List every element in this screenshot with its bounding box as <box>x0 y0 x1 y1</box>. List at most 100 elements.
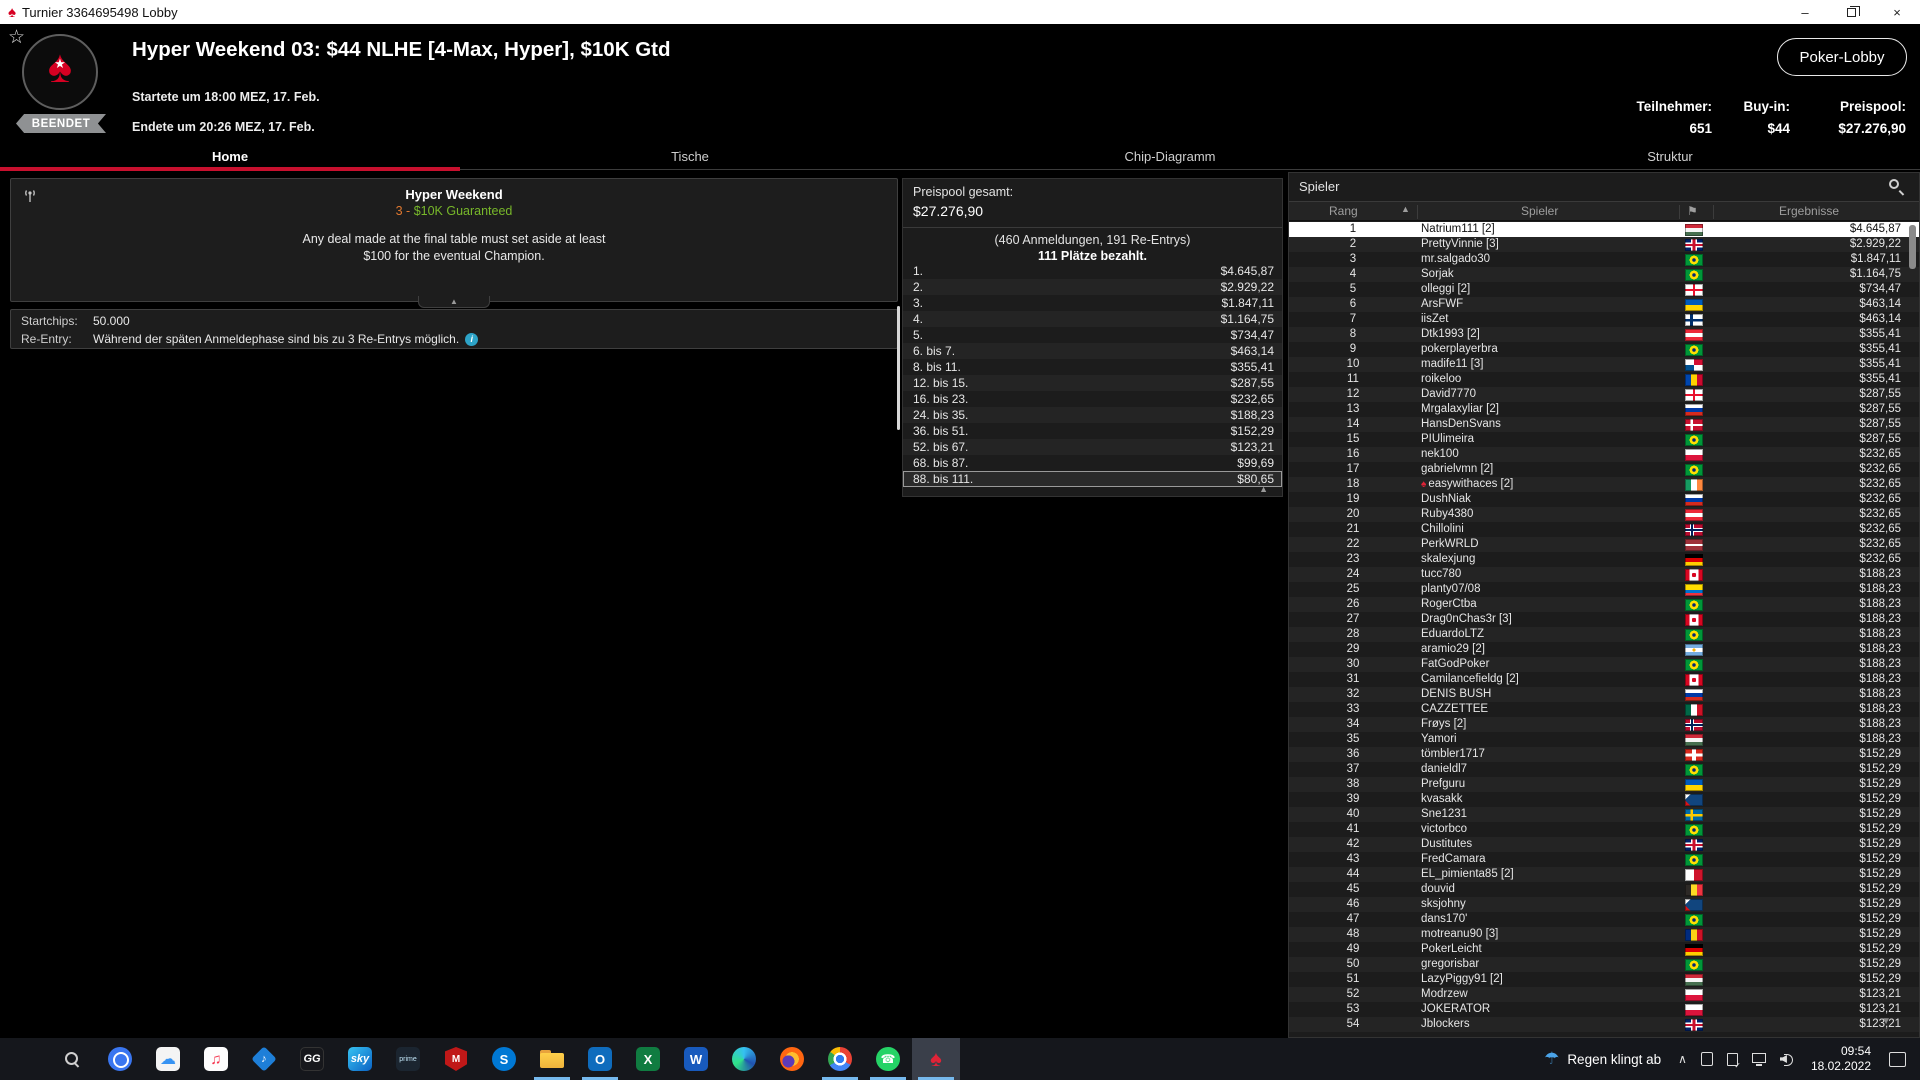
player-row[interactable]: 47 dans170' $152,29 <box>1289 912 1919 927</box>
player-row[interactable]: 39 kvasakk $152,29 <box>1289 792 1919 807</box>
taskbar-edge-icon[interactable] <box>720 1038 768 1080</box>
prize-collapse-chevron[interactable]: ▲ <box>1259 484 1268 494</box>
close-button[interactable]: × <box>1874 0 1920 24</box>
scroll-down-chevron[interactable]: ▼ <box>1881 1016 1891 1027</box>
player-row[interactable]: 32 DENIS BUSH $188,23 <box>1289 687 1919 702</box>
network-icon[interactable] <box>1751 1053 1766 1066</box>
player-row[interactable]: 27 Drag0nChas3r [3] $188,23 <box>1289 612 1919 627</box>
taskbar-itunes-icon[interactable]: ♫ <box>192 1038 240 1080</box>
tablet-mode-icon[interactable] <box>1700 1052 1713 1066</box>
player-row[interactable]: 45 douvid $152,29 <box>1289 882 1919 897</box>
players-scrollbar-thumb[interactable] <box>1909 225 1916 269</box>
player-row[interactable]: 46 sksjohny $152,29 <box>1289 897 1919 912</box>
taskbar-icloud-icon[interactable]: ☁ <box>144 1038 192 1080</box>
player-row[interactable]: 30 FatGodPoker $188,23 <box>1289 657 1919 672</box>
player-row[interactable]: 52 Modrzew $123,21 <box>1289 987 1919 1002</box>
taskbar-outlook-icon[interactable]: O <box>576 1038 624 1080</box>
player-row[interactable]: 8 Dtk1993 [2] $355,41 <box>1289 327 1919 342</box>
player-row[interactable]: 14 HansDenSvans $287,55 <box>1289 417 1919 432</box>
player-row[interactable]: 22 PerkWRLD $232,65 <box>1289 537 1919 552</box>
poker-lobby-button[interactable]: Poker-Lobby <box>1777 38 1907 76</box>
column-header-results[interactable]: Ergebnisse <box>1779 204 1839 218</box>
taskbar-ggpoker-icon[interactable]: GG <box>288 1038 336 1080</box>
player-row[interactable]: 25 planty07/08 $188,23 <box>1289 582 1919 597</box>
tab-home[interactable]: Home <box>0 142 460 171</box>
taskbar-mcafee-icon[interactable]: M <box>432 1038 480 1080</box>
player-row[interactable]: 6 ArsFWF $463,14 <box>1289 297 1919 312</box>
player-row[interactable]: 26 RogerCtba $188,23 <box>1289 597 1919 612</box>
taskbar-search-icon[interactable] <box>48 1038 96 1080</box>
taskbar-signal-icon[interactable] <box>96 1038 144 1080</box>
weather-widget[interactable]: ☂ Regen klingt ab <box>1534 1038 1671 1080</box>
taskbar-pokerstars-icon[interactable]: ♠ <box>912 1038 960 1080</box>
volume-icon[interactable] <box>1780 1053 1794 1066</box>
tab-struktur[interactable]: Struktur <box>1420 142 1920 170</box>
tray-chevron-up-icon[interactable]: ∧ <box>1678 1052 1687 1066</box>
player-row[interactable]: 54 Jblockers $123,21 <box>1289 1017 1919 1032</box>
player-row[interactable]: 50 gregorisbar $152,29 <box>1289 957 1919 972</box>
player-row[interactable]: 16 nek100 $232,65 <box>1289 447 1919 462</box>
taskbar-file-explorer-icon[interactable] <box>528 1038 576 1080</box>
taskbar-whatsapp-icon[interactable]: ☎ <box>864 1038 912 1080</box>
player-row[interactable]: 35 Yamori $188,23 <box>1289 732 1919 747</box>
collapse-info-chevron[interactable]: ▲ <box>418 296 490 308</box>
player-row[interactable]: 2 PrettyVinnie [3] $2.929,22 <box>1289 237 1919 252</box>
player-row[interactable]: 43 FredCamara $152,29 <box>1289 852 1919 867</box>
column-header-rank[interactable]: Rang <box>1329 204 1358 218</box>
player-row[interactable]: 28 EduardoLTZ $188,23 <box>1289 627 1919 642</box>
player-row[interactable]: 17 gabrielvmn [2] $232,65 <box>1289 462 1919 477</box>
taskbar-sky-icon[interactable]: sky <box>336 1038 384 1080</box>
usb-device-icon[interactable] <box>1726 1052 1741 1070</box>
player-row[interactable]: 53 JOKERATOR $123,21 <box>1289 1002 1919 1017</box>
taskbar-excel-icon[interactable]: X <box>624 1038 672 1080</box>
player-row[interactable]: 24 tucc780 $188,23 <box>1289 567 1919 582</box>
sort-ascending-icon[interactable]: ▲ <box>1401 204 1410 214</box>
player-row[interactable]: 15 PIUlimeira $287,55 <box>1289 432 1919 447</box>
player-row[interactable]: 36 tömbler1717 $152,29 <box>1289 747 1919 762</box>
player-row[interactable]: 51 LazyPiggy91 [2] $152,29 <box>1289 972 1919 987</box>
player-row[interactable]: 10 madife11 [3] $355,41 <box>1289 357 1919 372</box>
favorite-star-icon[interactable]: ☆ <box>8 26 25 49</box>
player-row[interactable]: 1 Natrium111 [2] $4.645,87 <box>1289 222 1919 237</box>
taskbar-start-icon[interactable] <box>0 1038 48 1080</box>
player-row[interactable]: 21 Chillolini $232,65 <box>1289 522 1919 537</box>
player-row[interactable]: 9 pokerplayerbra $355,41 <box>1289 342 1919 357</box>
player-row[interactable]: 7 iisZet $463,14 <box>1289 312 1919 327</box>
player-row[interactable]: 31 Camilancefieldg [2] $188,23 <box>1289 672 1919 687</box>
taskbar-firefox-icon[interactable] <box>768 1038 816 1080</box>
player-row[interactable]: 38 Prefguru $152,29 <box>1289 777 1919 792</box>
player-row[interactable]: 44 EL_pimienta85 [2] $152,29 <box>1289 867 1919 882</box>
clock[interactable]: 09:54 18.02.2022 <box>1811 1044 1871 1074</box>
player-row[interactable]: 33 CAZZETTEE $188,23 <box>1289 702 1919 717</box>
action-center-icon[interactable] <box>1889 1051 1906 1067</box>
player-row[interactable]: 23 skalexjung $232,65 <box>1289 552 1919 567</box>
player-row[interactable]: 48 motreanu90 [3] $152,29 <box>1289 927 1919 942</box>
prize-scrollbar-thumb[interactable] <box>897 306 900 430</box>
player-row[interactable]: 5 olleggi [2] $734,47 <box>1289 282 1919 297</box>
player-row[interactable]: 20 Ruby4380 $232,65 <box>1289 507 1919 522</box>
taskbar-chrome-icon[interactable] <box>816 1038 864 1080</box>
player-row[interactable]: 3 mr.salgado30 $1.847,11 <box>1289 252 1919 267</box>
player-row[interactable]: 13 Mrgalaxyliar [2] $287,55 <box>1289 402 1919 417</box>
player-row[interactable]: 40 Sne1231 $152,29 <box>1289 807 1919 822</box>
info-icon[interactable]: i <box>465 332 479 346</box>
flag-column-icon[interactable]: ⚑ <box>1687 204 1698 218</box>
player-row[interactable]: 18 ♠ easywithaces [2] $232,65 <box>1289 477 1919 492</box>
player-row[interactable]: 11 roikeloo $355,41 <box>1289 372 1919 387</box>
player-row[interactable]: 4 Sorjak $1.164,75 <box>1289 267 1919 282</box>
taskbar-prime-video-icon[interactable]: prime <box>384 1038 432 1080</box>
column-header-player[interactable]: Spieler <box>1521 204 1558 218</box>
restore-button[interactable] <box>1828 0 1874 24</box>
taskbar-skype-icon[interactable]: S <box>480 1038 528 1080</box>
player-row[interactable]: 37 danieldl7 $152,29 <box>1289 762 1919 777</box>
player-row[interactable]: 29 aramio29 [2] $188,23 <box>1289 642 1919 657</box>
player-row[interactable]: 19 DushNiak $232,65 <box>1289 492 1919 507</box>
player-row[interactable]: 12 David7770 $287,55 <box>1289 387 1919 402</box>
tab-chip-diagramm[interactable]: Chip-Diagramm <box>920 142 1420 170</box>
tab-tische[interactable]: Tische <box>460 142 920 170</box>
minimize-button[interactable]: – <box>1782 0 1828 24</box>
taskbar-imazing-icon[interactable]: ♪ <box>240 1038 288 1080</box>
player-row[interactable]: 34 Frøys [2] $188,23 <box>1289 717 1919 732</box>
taskbar-word-icon[interactable]: W <box>672 1038 720 1080</box>
player-row[interactable]: 49 PokerLeicht $152,29 <box>1289 942 1919 957</box>
